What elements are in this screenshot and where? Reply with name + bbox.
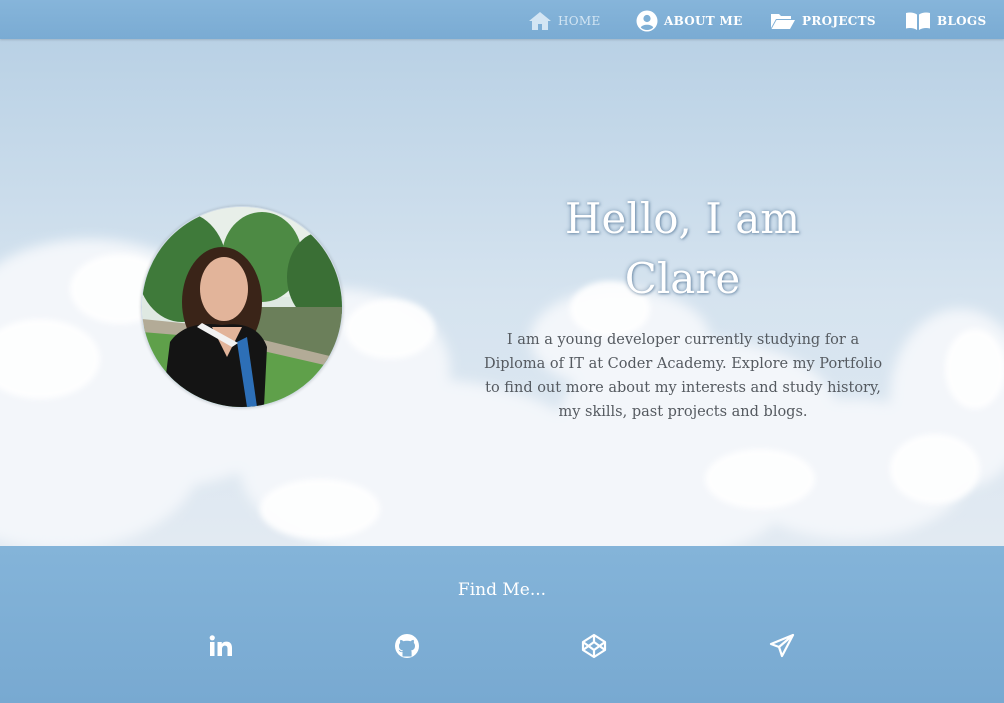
github-link[interactable] — [393, 634, 421, 662]
nav-home-label: HOME — [558, 14, 601, 28]
nav-home-link[interactable]: HOME — [528, 8, 601, 34]
codepen-icon — [581, 633, 607, 663]
hero-title-line2: Clare — [624, 254, 741, 303]
nav-blogs-link[interactable]: BLOGS — [905, 8, 986, 34]
telegram-link[interactable] — [768, 633, 796, 663]
nav-projects-label: PROJECTS — [802, 14, 876, 28]
github-icon — [394, 633, 420, 663]
codepen-link[interactable] — [580, 633, 608, 663]
nav-about-link[interactable]: ABOUT ME — [636, 8, 743, 34]
hero-title-line1: Hello, I am — [564, 194, 801, 243]
hero-section: Hello, I am Clare I am a young developer… — [0, 39, 1004, 546]
nav-about-label: ABOUT ME — [664, 14, 743, 28]
telegram-icon — [769, 633, 795, 663]
hero-title: Hello, I am Clare — [480, 189, 885, 309]
hero-intro-text: I am a young developer currently studyin… — [483, 332, 883, 420]
book-icon — [905, 11, 931, 31]
footer: Find Me... — [0, 546, 1004, 703]
user-circle-icon — [636, 10, 658, 32]
profile-photo — [141, 206, 343, 408]
nav-blogs-label: BLOGS — [937, 14, 987, 28]
home-icon — [528, 11, 552, 31]
find-me-heading: Find Me... — [457, 580, 547, 600]
linkedin-icon — [209, 635, 233, 661]
nav-projects-link[interactable]: PROJECTS — [770, 8, 876, 34]
linkedin-link[interactable] — [207, 634, 235, 662]
folder-open-icon — [770, 12, 796, 30]
top-nav: HOME ABOUT ME PROJECTS BLOGS — [0, 0, 1004, 39]
